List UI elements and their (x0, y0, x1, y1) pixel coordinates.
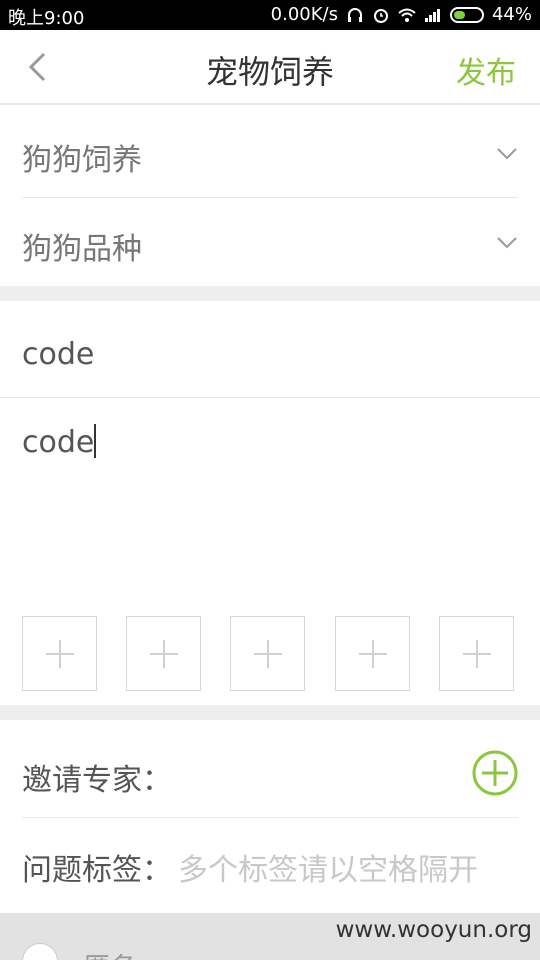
section-gap (0, 286, 540, 301)
title-input[interactable]: code (22, 337, 94, 372)
header: 宠物饲养 发布 (0, 30, 540, 105)
network-speed: 0.00K/s (270, 4, 338, 25)
tags-input[interactable]: 多个标签请以空格隔开 (178, 845, 478, 889)
wifi-icon (398, 8, 416, 22)
battery-level (453, 10, 465, 19)
status-bar: 晚上9:00 0.00K/s 44% (0, 0, 540, 30)
add-photo-button[interactable] (439, 616, 514, 691)
plus-icon (463, 640, 491, 668)
plus-icon (254, 640, 282, 668)
publish-button[interactable]: 发布 (456, 48, 516, 92)
divider (22, 817, 518, 818)
section-gap (0, 705, 540, 720)
plus-icon (46, 640, 74, 668)
status-time: 晚上9:00 (8, 8, 85, 29)
breed-selector[interactable]: 狗狗品种 (0, 198, 540, 286)
battery-percent: 44% (491, 4, 532, 25)
plus-icon (150, 640, 178, 668)
add-photo-button[interactable] (22, 616, 97, 691)
breed-label: 狗狗品种 (22, 232, 142, 267)
text-caret (94, 424, 97, 458)
content-text: code (22, 425, 95, 460)
tags-label: 问题标签： (22, 853, 172, 888)
content-field[interactable]: code (0, 398, 540, 598)
alarm-icon (373, 8, 388, 23)
title-field[interactable]: code (0, 301, 540, 397)
signal-icon (424, 8, 440, 22)
bottom-bar: 匿名 www.wooyun.org (0, 913, 540, 960)
battery-icon (449, 6, 484, 23)
anonymous-toggle[interactable] (22, 943, 58, 960)
chevron-down-icon (497, 148, 517, 160)
headset-icon (347, 7, 362, 22)
category-selector[interactable]: 狗狗饲养 (0, 107, 540, 197)
content-input[interactable]: code (22, 424, 97, 460)
anonymous-label: 匿名 (84, 947, 136, 960)
add-photo-button[interactable] (230, 616, 305, 691)
add-photo-button[interactable] (335, 616, 410, 691)
invite-expert-label: 邀请专家： (22, 763, 172, 798)
status-right: 0.00K/s 44% (271, 4, 532, 25)
add-photo-button[interactable] (126, 616, 201, 691)
category-label: 狗狗饲养 (22, 143, 142, 178)
plus-icon (359, 640, 387, 668)
add-circle-icon[interactable] (472, 750, 518, 796)
watermark: www.wooyun.org (335, 917, 532, 943)
chevron-down-icon (497, 237, 517, 249)
